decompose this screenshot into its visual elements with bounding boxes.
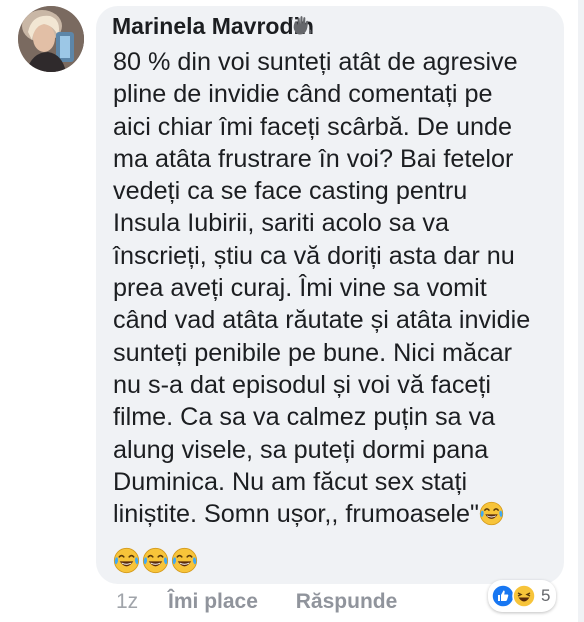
comment-line: ma atâta frustrare în voi? Bai fetelor (113, 144, 514, 173)
reactions-summary[interactable]: 5 (488, 580, 557, 612)
comment-actions: 1z Îmi place Răspunde (116, 590, 397, 614)
comment-line: alung visele, sa puteți dormi pana (113, 435, 489, 464)
comment-line: aici chiar îmi faceți scârbă. De unde (113, 112, 512, 141)
reaction-count: 5 (541, 586, 551, 605)
comment-line: când vad atâta răutate și atâta invidie (113, 306, 531, 335)
comment-line: Insula Iubirii, sariti acolo sa va (113, 209, 449, 238)
tears-of-joy-emoji-icon (113, 547, 140, 574)
avatar[interactable] (18, 6, 84, 72)
tears-of-joy-emoji-icon (479, 501, 504, 526)
comment-line: pline de invidie când comentați pe (113, 80, 493, 109)
comment-line: 80 % din voi sunteți atât de agresive (113, 48, 518, 76)
comment-line-text: liniștite. Somn ușor,, frumoasele" (113, 500, 479, 529)
like-button[interactable]: Îmi place (168, 590, 258, 614)
comment-line: vedeți ca se face casting pentru (113, 177, 468, 206)
waving-hand-icon (291, 16, 312, 35)
comment-line: filme. Ca sa va calmez puțin sa va (113, 403, 496, 432)
tears-of-joy-emoji-icon (171, 547, 198, 574)
scrollbar-track[interactable] (578, 0, 584, 622)
comment-line: prea aveți curaj. Îmi vine sa vomit (113, 274, 487, 303)
comment-line: nu s-a dat episodul și voi vă faceți (113, 370, 492, 399)
comment-line-last: liniștite. Somn ușor,, frumoasele" (113, 498, 558, 530)
comment-text: 80 % din voi sunteți atât de agresive pl… (113, 46, 558, 530)
tears-of-joy-emoji-icon (142, 547, 169, 574)
comment-line: sunteți penibile pe bune. Nici măcar (113, 338, 513, 367)
comment-screenshot: Marinela Mavrodin 80 % din voi sunteți a… (0, 0, 584, 622)
comment-timestamp[interactable]: 1z (116, 590, 138, 614)
comment-author[interactable]: Marinela Mavrodin (112, 13, 314, 40)
reply-button[interactable]: Răspunde (296, 590, 398, 614)
comment-line: înscrieți, știu ca vă doriți asta dar nu (113, 241, 515, 270)
haha-reaction-icon (512, 584, 536, 608)
emoji-row (113, 547, 200, 577)
comment-line: Duminica. Nu am făcut sex stați (113, 467, 468, 496)
